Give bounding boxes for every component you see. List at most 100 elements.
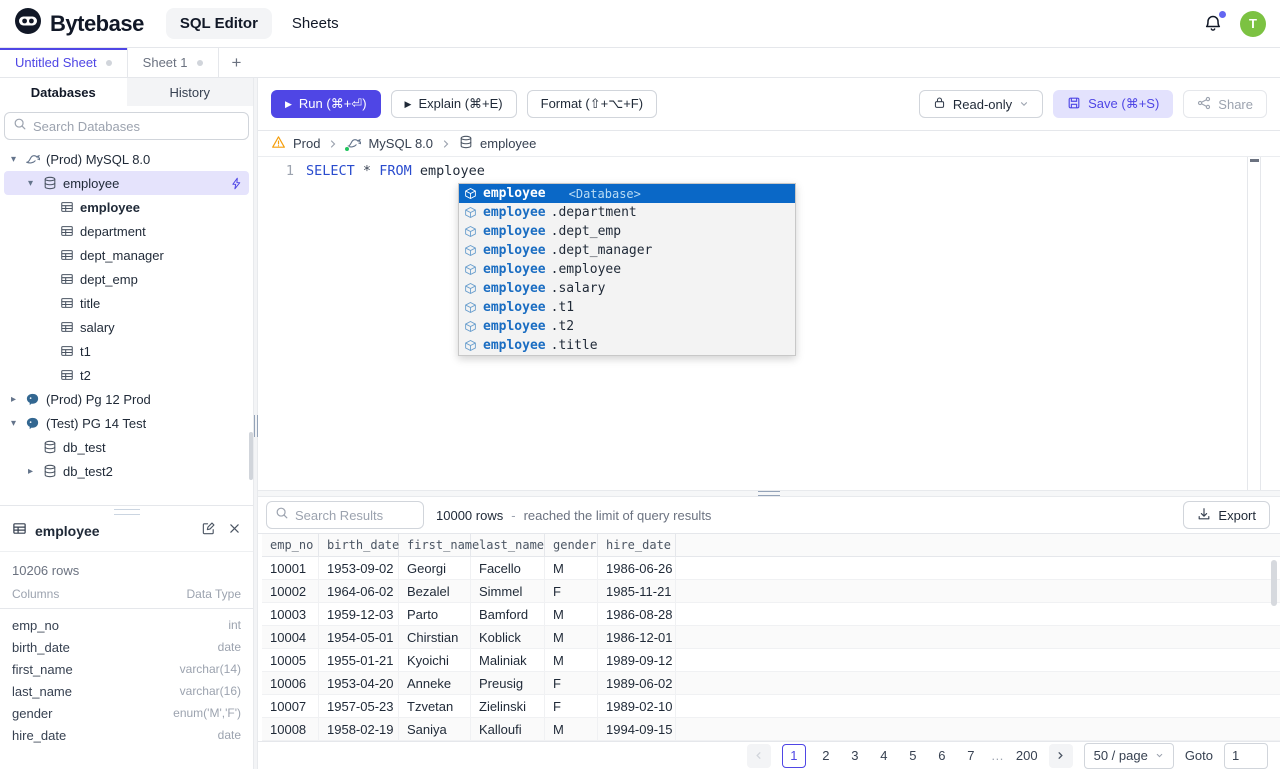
tree-item-t2[interactable]: t2 [4,363,249,387]
search-databases-input[interactable] [33,118,240,134]
page-button-7[interactable]: 7 [962,748,980,763]
warning-icon [271,135,286,153]
table-cell: Maliniak [471,649,545,671]
page-size-select[interactable]: 50 / page [1083,742,1174,769]
caret-down-icon[interactable]: ▾ [25,178,36,189]
run-button[interactable]: ▶ Run (⌘+⏎) [271,90,381,118]
share-button[interactable]: Share [1183,90,1267,118]
table-row[interactable]: 10007 1957-05-23 Tzvetan Zielinski F 1989-02-… [262,695,1280,718]
tree-item-salary[interactable]: salary [4,315,249,339]
column-header-first-name[interactable]: first_name [399,534,479,556]
tree-item-dept-emp[interactable]: dept_emp [4,267,249,291]
tab-databases[interactable]: Databases [0,78,127,106]
table-cell: Parto [399,603,471,625]
table-cell: 10002 [262,580,319,602]
bytebase-logo[interactable]: Bytebase [14,7,144,40]
table-row[interactable]: 10001 1953-09-02 Georgi Facello M 1986-06-26 [262,557,1280,580]
tree-item-prod-mysql-8-0[interactable]: ▾ (Prod) MySQL 8.0 [4,147,249,171]
caret-down-icon[interactable]: ▾ [8,154,19,165]
tab-history[interactable]: History [127,78,254,106]
table-row[interactable]: 10006 1953-04-20 Anneke Preusig F 1989-06-02 [262,672,1280,695]
column-header-hire-date[interactable]: hire_date [598,534,676,556]
tree-item-test-pg-14-test[interactable]: ▾ (Test) PG 14 Test [4,411,249,435]
search-results-input[interactable] [295,507,415,523]
format-button[interactable]: Format (⇧+⌥+F) [526,90,658,118]
sql-keyword: SELECT [306,163,355,179]
table-row[interactable]: 10003 1959-12-03 Parto Bamford M 1986-08-28 [262,603,1280,626]
nav-sheets[interactable]: Sheets [278,8,353,39]
table-row[interactable]: 10008 1958-02-19 Saniya Kalloufi M 1994-09-15 [262,718,1280,741]
autocomplete-item[interactable]: employee .t1 [459,298,795,317]
editor-toolbar: ▶ Run (⌘+⏎) ▶ Explain (⌘+E) Format (⇧+⌥+F)… [258,78,1280,131]
page-button-5[interactable]: 5 [904,748,922,763]
tree-item-employee[interactable]: ▾ employee [4,171,249,195]
tree-item-title[interactable]: title [4,291,249,315]
autocomplete-item[interactable]: employee .t2 [459,317,795,336]
caret-down-icon[interactable]: ▾ [8,418,19,429]
caret-right-icon[interactable]: ▸ [8,394,19,405]
tree-item-department[interactable]: department [4,219,249,243]
table-row[interactable]: 10005 1955-01-21 Kyoichi Maliniak M 1989-09-1… [262,649,1280,672]
column-header-birth-date[interactable]: birth_date [319,534,399,556]
page-button-4[interactable]: 4 [875,748,893,763]
page-button-2[interactable]: 2 [817,748,835,763]
tab-sheet-1[interactable]: Sheet 1 [128,48,219,77]
save-button[interactable]: Save (⌘+S) [1053,90,1174,118]
autocomplete-item[interactable]: employee .employee [459,260,795,279]
page-button-1[interactable]: 1 [781,743,806,768]
breadcrumb-environment[interactable]: Prod [293,136,320,151]
tree-item-dept-manager[interactable]: dept_manager [4,243,249,267]
readonly-mode-select[interactable]: Read-only [918,90,1044,118]
tree-item-employee[interactable]: employee [4,195,249,219]
lightning-icon[interactable] [230,177,243,190]
sql-editor[interactable]: 1 SELECT * FROM employee employee <Databa… [258,157,1280,490]
page-button-3[interactable]: 3 [846,748,864,763]
notifications-bell-icon[interactable] [1202,9,1227,35]
close-panel-icon[interactable] [228,522,241,540]
caret-right-icon[interactable]: ▸ [25,466,36,477]
schema-icon [463,263,478,276]
tree-item-db-test[interactable]: db_test [4,435,249,459]
table-row[interactable]: 10002 1964-06-02 Bezalel Simmel F 1985-11-21 [262,580,1280,603]
breadcrumb-database[interactable]: employee [480,136,536,151]
edit-table-icon[interactable] [201,521,216,541]
autocomplete-item[interactable]: employee .department [459,203,795,222]
column-header-gender[interactable]: gender [545,534,598,556]
page-button-6[interactable]: 6 [933,748,951,763]
tab-untitled-sheet[interactable]: Untitled Sheet [0,48,128,77]
breadcrumb-instance[interactable]: MySQL 8.0 [368,136,433,151]
tree-item-db-test2[interactable]: ▸ db_test2 [4,459,249,483]
page-button-200[interactable]: 200 [1016,748,1038,763]
avatar[interactable]: T [1240,10,1266,37]
autocomplete-item[interactable]: employee <Database> [459,184,795,203]
autocomplete-item[interactable]: employee .dept_emp [459,222,795,241]
table-scrollbar[interactable] [1271,560,1277,606]
panel-resize-handle[interactable] [113,509,140,515]
goto-page-input[interactable] [1224,742,1268,769]
nav-sql-editor[interactable]: SQL Editor [165,8,272,39]
autocomplete-item[interactable]: employee .dept_manager [459,241,795,260]
column-type: date [217,728,241,742]
divider-handle[interactable] [758,491,780,496]
table-row[interactable]: 10004 1954-05-01 Chirstian Koblick M 1986-12-… [262,626,1280,649]
table-cell: 1955-01-21 [319,649,399,671]
explain-button[interactable]: ▶ Explain (⌘+E) [390,90,517,118]
prev-page-button[interactable] [746,743,771,768]
export-button[interactable]: Export [1183,501,1270,529]
next-page-button[interactable] [1048,743,1073,768]
database-search [4,112,249,140]
chevron-right-icon [327,138,339,150]
tree-item-t1[interactable]: t1 [4,339,249,363]
tree-item-prod-pg-12-prod[interactable]: ▸ (Prod) Pg 12 Prod [4,387,249,411]
column-header-last-name[interactable]: last_name [471,534,545,556]
editor-minimap[interactable] [1247,157,1261,490]
autocomplete-item[interactable]: employee .title [459,336,795,355]
column-header-emp-no[interactable]: emp_no [262,534,319,556]
instance-status-dot [344,146,351,152]
results-divider[interactable] [258,490,1280,497]
sql-star: * [362,163,372,179]
column-row-birth-date: birth_date date [0,636,253,658]
autocomplete-item[interactable]: employee .salary [459,279,795,298]
add-sheet-button[interactable]: + [219,48,255,77]
autocomplete-match: employee [483,224,546,239]
